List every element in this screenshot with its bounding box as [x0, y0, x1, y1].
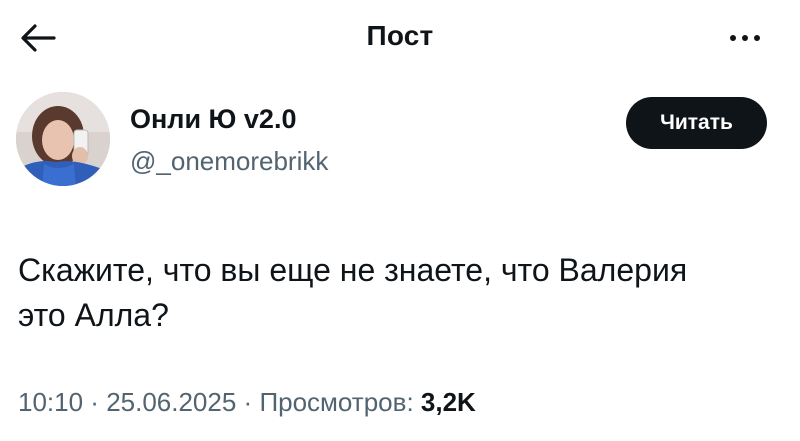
avatar[interactable]: [16, 92, 110, 186]
avatar-photo: [16, 92, 110, 186]
post-text-line: Скажите, что вы еще не знаете, что Валер…: [18, 252, 688, 288]
post-text-line: это Алла?: [18, 297, 169, 333]
meta-separator: ·: [83, 387, 107, 417]
views-label: Просмотров:: [259, 387, 421, 417]
post-date[interactable]: 25.06.2025: [106, 387, 236, 417]
post-meta: 10:10 · 25.06.2025 · Просмотров: 3,2K: [18, 387, 476, 418]
top-bar: Пост: [0, 0, 800, 78]
follow-button[interactable]: Читать: [626, 97, 767, 149]
author-handle[interactable]: @_onemorebrikk: [130, 146, 328, 177]
meta-separator: ·: [236, 387, 260, 417]
post-time[interactable]: 10:10: [18, 387, 83, 417]
views-count: 3,2K: [420, 387, 476, 417]
more-horizontal-icon: [727, 35, 763, 41]
author-display-name[interactable]: Онли Ю v2.0: [130, 104, 296, 135]
more-options-button[interactable]: [720, 18, 770, 58]
post-text: Скажите, что вы еще не знаете, что Валер…: [18, 248, 788, 338]
page-title: Пост: [366, 20, 434, 51]
